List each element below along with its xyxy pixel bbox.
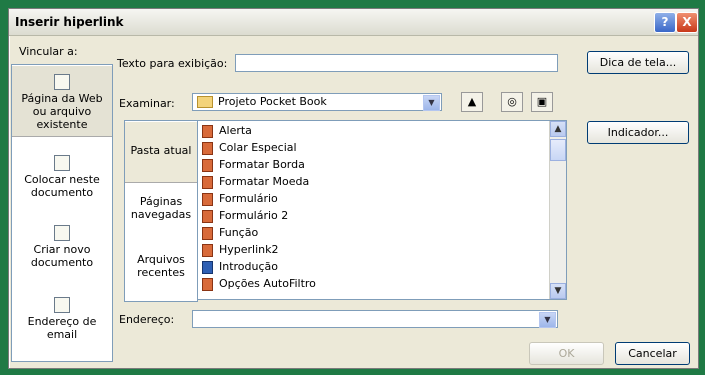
email-icon bbox=[54, 297, 70, 313]
up-folder-icon[interactable]: ▲ bbox=[461, 92, 483, 112]
sidebar-item-existing-file[interactable]: Página da Web ou arquivo existente bbox=[12, 65, 112, 137]
list-item[interactable]: Formulário 2 bbox=[202, 208, 288, 224]
sidebar-item-label: Endereço de email bbox=[27, 315, 97, 341]
file-name: Colar Especial bbox=[219, 141, 297, 154]
ok-button[interactable]: OK bbox=[529, 342, 604, 365]
file-icon bbox=[202, 226, 213, 240]
file-name: Formatar Moeda bbox=[219, 175, 310, 188]
dialog-title: Inserir hiperlink bbox=[15, 15, 124, 29]
chevron-down-icon[interactable]: ▼ bbox=[539, 312, 556, 328]
screen-tip-button[interactable]: Dica de tela... bbox=[587, 51, 689, 74]
file-icon bbox=[202, 243, 213, 257]
link-to-sidebar: Página da Web ou arquivo existente Coloc… bbox=[11, 64, 113, 362]
file-name: Função bbox=[219, 226, 259, 239]
browse-label: Examinar: bbox=[119, 97, 175, 110]
file-icon bbox=[202, 277, 213, 291]
sidebar-item-label: Página da Web ou arquivo existente bbox=[21, 92, 103, 131]
bookmark-button[interactable]: Indicador... bbox=[587, 121, 689, 144]
close-button[interactable]: X bbox=[676, 12, 698, 33]
sidebar-item-email[interactable]: Endereço de email bbox=[12, 297, 112, 357]
list-item[interactable]: Formatar Borda bbox=[202, 157, 305, 173]
list-item[interactable]: Introdução bbox=[202, 259, 278, 275]
file-name: Formulário 2 bbox=[219, 209, 289, 222]
cancel-button[interactable]: Cancelar bbox=[615, 342, 690, 365]
address-input[interactable]: ▼ bbox=[192, 310, 558, 328]
file-name: Alerta bbox=[219, 124, 252, 137]
browse-folder-select[interactable]: Projeto Pocket Book ▼ bbox=[192, 93, 442, 111]
list-item[interactable]: Formatar Moeda bbox=[202, 174, 309, 190]
scroll-up-icon[interactable]: ▲ bbox=[550, 121, 566, 137]
file-icon bbox=[202, 192, 213, 206]
document-bookmark-icon bbox=[54, 155, 70, 171]
file-icon bbox=[202, 141, 213, 155]
scroll-thumb[interactable] bbox=[550, 139, 566, 161]
browse-file-icon[interactable]: ▣ bbox=[531, 92, 553, 112]
file-icon bbox=[202, 158, 213, 172]
list-item[interactable]: Colar Especial bbox=[202, 140, 297, 156]
sidebar-item-place-in-document[interactable]: Colocar neste documento bbox=[12, 155, 112, 215]
file-name: Formulário bbox=[219, 192, 278, 205]
file-icon bbox=[202, 175, 213, 189]
location-tabs: Pasta atual Páginas navegadas Arquivos r… bbox=[124, 120, 198, 302]
file-icon bbox=[202, 124, 213, 138]
address-label: Endereço: bbox=[119, 313, 175, 326]
file-name: Introdução bbox=[219, 260, 279, 273]
list-item[interactable]: Alerta bbox=[202, 123, 252, 139]
browse-folder-value: Projeto Pocket Book bbox=[218, 95, 327, 108]
tab-browsed-pages[interactable]: Páginas navegadas bbox=[125, 195, 197, 235]
link-to-label: Vincular a: bbox=[19, 45, 78, 58]
file-icon bbox=[202, 209, 213, 223]
list-item[interactable]: Formulário bbox=[202, 191, 278, 207]
list-item[interactable]: Hyperlink2 bbox=[202, 242, 279, 258]
list-item[interactable]: Função bbox=[202, 225, 258, 241]
folder-icon bbox=[197, 96, 213, 108]
window-frame: Inserir hiperlink ? X Vincular a: Página… bbox=[0, 0, 705, 375]
display-text-label: Texto para exibição: bbox=[117, 57, 228, 70]
sidebar-item-label: Criar novo documento bbox=[30, 243, 94, 269]
help-button[interactable]: ? bbox=[654, 12, 676, 33]
file-list-scrollbar[interactable]: ▲ ▼ bbox=[549, 121, 566, 299]
scroll-down-icon[interactable]: ▼ bbox=[550, 283, 566, 299]
new-document-icon bbox=[54, 225, 70, 241]
file-name: Hyperlink2 bbox=[219, 243, 279, 256]
chevron-down-icon[interactable]: ▼ bbox=[423, 95, 440, 111]
word-doc-icon bbox=[202, 260, 213, 274]
display-text-input[interactable] bbox=[235, 54, 558, 72]
insert-hyperlink-dialog: Inserir hiperlink ? X Vincular a: Página… bbox=[8, 8, 699, 369]
list-item[interactable]: Opções AutoFiltro bbox=[202, 276, 316, 292]
globe-page-icon bbox=[54, 74, 70, 90]
search-web-icon[interactable]: ◎ bbox=[501, 92, 523, 112]
file-name: Opções AutoFiltro bbox=[219, 277, 316, 290]
tab-recent-files[interactable]: Arquivos recentes bbox=[125, 253, 197, 293]
sidebar-item-label: Colocar neste documento bbox=[24, 173, 100, 199]
file-name: Formatar Borda bbox=[219, 158, 305, 171]
tab-current-folder[interactable]: Pasta atual bbox=[125, 121, 197, 183]
title-bar: Inserir hiperlink ? X bbox=[9, 9, 698, 36]
file-list: Alerta Colar Especial Formatar Borda For… bbox=[197, 120, 567, 300]
sidebar-item-new-document[interactable]: Criar novo documento bbox=[12, 225, 112, 285]
